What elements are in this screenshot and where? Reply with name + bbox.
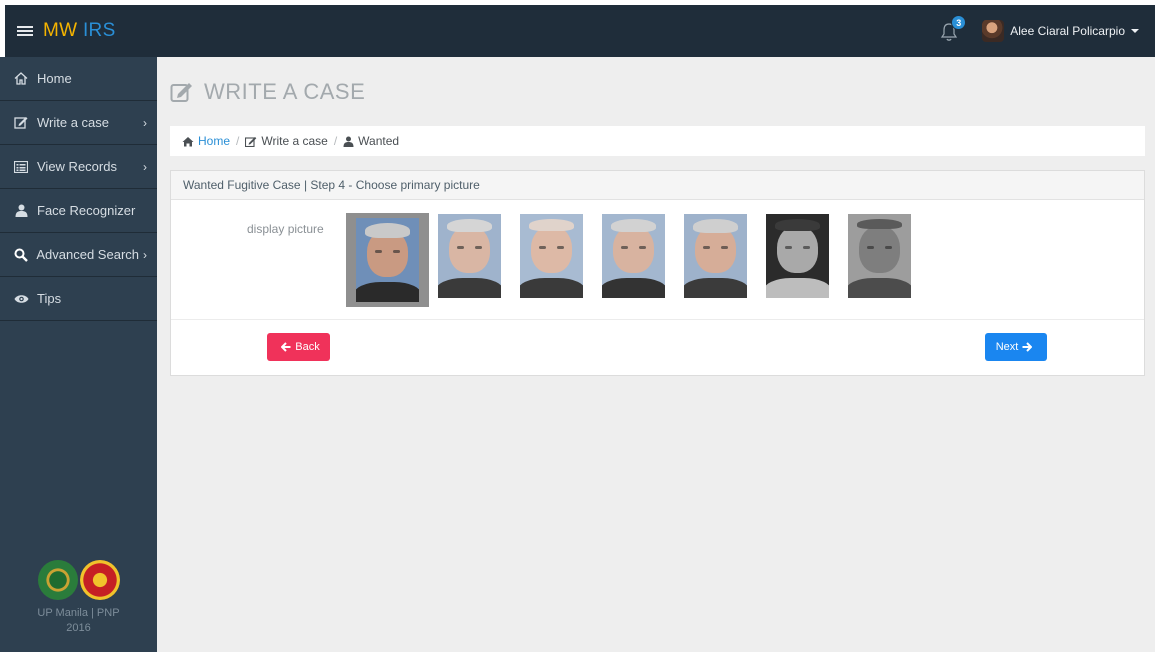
home-icon: [182, 136, 194, 146]
photo-option-6[interactable]: [766, 214, 829, 298]
photo-2-image: [438, 214, 501, 298]
breadcrumb: Home / Write a case / Wanted: [170, 126, 1145, 156]
brand-text-irs: IRS: [82, 20, 116, 41]
photo-option-4[interactable]: [602, 214, 665, 298]
photo-5-image: [684, 214, 747, 298]
list-icon: [12, 160, 30, 174]
photo-6-image: [766, 214, 829, 298]
sidebar-item-home[interactable]: Home: [0, 57, 157, 101]
edit-icon: [245, 136, 257, 147]
breadcrumb-separator: /: [333, 134, 338, 148]
photo-3-image: [520, 214, 583, 298]
main-content: WRITE A CASE Home / Write a case / Wante…: [157, 57, 1155, 652]
back-button-label: Back: [295, 341, 320, 353]
breadcrumb-write-case-label: Write a case: [261, 134, 328, 148]
brand-logo[interactable]: MW IRS: [43, 20, 116, 42]
next-button-label: Next: [995, 341, 1019, 353]
sidebar-item-view-records[interactable]: View Records ›: [0, 145, 157, 189]
sidebar: Home Write a case › View Records › Face …: [0, 57, 157, 652]
photo-option-7[interactable]: [848, 214, 911, 298]
photo-option-3[interactable]: [520, 214, 583, 298]
up-manila-seal: [37, 560, 78, 600]
breadcrumb-home-label: Home: [198, 134, 231, 148]
panel-footer: Back Next: [171, 320, 1144, 375]
hamburger-menu-icon[interactable]: [17, 26, 33, 36]
sidebar-item-label: Advanced Search: [36, 247, 139, 262]
footer-line-1: UP Manila | PNP: [37, 607, 120, 619]
sidebar-item-advanced-search[interactable]: Advanced Search ›: [0, 233, 157, 277]
photo-1-image: [356, 218, 419, 302]
edit-icon: [12, 116, 30, 130]
arrow-left-icon: [281, 342, 291, 352]
user-icon: [343, 136, 354, 147]
sidebar-item-label: Write a case: [37, 115, 110, 130]
photo-options: [346, 213, 930, 307]
footer-line-2: 2016: [66, 622, 91, 634]
photo-option-5[interactable]: [684, 214, 747, 298]
edit-icon: [170, 83, 192, 102]
sidebar-item-label: Tips: [37, 291, 62, 306]
sidebar-item-face-recognizer[interactable]: Face Recognizer: [0, 189, 157, 233]
search-icon: [12, 248, 29, 262]
notification-bell[interactable]: 3: [940, 15, 967, 44]
chevron-right-icon: ›: [143, 247, 147, 262]
photo-option-2[interactable]: [438, 214, 501, 298]
sidebar-item-label: Home: [37, 71, 72, 86]
topbar-right: 3 Alee Ciaral Policarpio: [940, 15, 1139, 44]
seals: [0, 560, 157, 600]
breadcrumb-write-case[interactable]: Write a case: [245, 134, 328, 148]
next-button[interactable]: Next: [985, 333, 1047, 361]
breadcrumb-separator: /: [236, 134, 240, 148]
home-icon: [12, 72, 30, 86]
breadcrumb-current: Wanted: [343, 134, 399, 148]
avatar: [982, 20, 1005, 42]
sidebar-item-tips[interactable]: Tips: [0, 277, 157, 321]
arrow-right-icon: [1022, 342, 1033, 352]
footer-credit: UP Manila | PNP 2016: [0, 606, 157, 636]
chevron-right-icon: ›: [143, 115, 147, 130]
pnp-seal: [79, 560, 120, 600]
panel-heading: Wanted Fugitive Case | Step 4 - Choose p…: [171, 171, 1144, 200]
photo-4-image: [602, 214, 665, 298]
display-picture-label: display picture: [247, 222, 324, 236]
page-title-text: WRITE A CASE: [204, 79, 366, 104]
step-panel: Wanted Fugitive Case | Step 4 - Choose p…: [170, 170, 1145, 376]
sidebar-item-label: View Records: [37, 159, 117, 174]
back-button[interactable]: Back: [267, 333, 330, 361]
sidebar-item-write-case[interactable]: Write a case ›: [0, 101, 157, 145]
user-menu[interactable]: Alee Ciaral Policarpio: [982, 20, 1139, 42]
notification-badge: 3: [951, 15, 967, 30]
brand-text-mw: MW: [43, 20, 78, 41]
top-navbar: MW IRS 3 Alee Ciaral Policarpio: [5, 5, 1155, 57]
sidebar-item-label: Face Recognizer: [37, 203, 136, 218]
user-name: Alee Ciaral Policarpio: [1010, 24, 1125, 38]
page-title: WRITE A CASE: [170, 79, 365, 105]
panel-body: display picture: [171, 200, 1144, 320]
eye-icon: [12, 292, 30, 306]
user-icon: [12, 204, 30, 218]
breadcrumb-current-label: Wanted: [358, 134, 400, 148]
photo-option-1[interactable]: [346, 213, 429, 307]
caret-down-icon: [1131, 29, 1139, 33]
chevron-right-icon: ›: [143, 159, 147, 174]
photo-7-image: [848, 214, 911, 298]
sidebar-footer: UP Manila | PNP 2016: [0, 560, 157, 652]
breadcrumb-home[interactable]: Home: [182, 134, 230, 148]
